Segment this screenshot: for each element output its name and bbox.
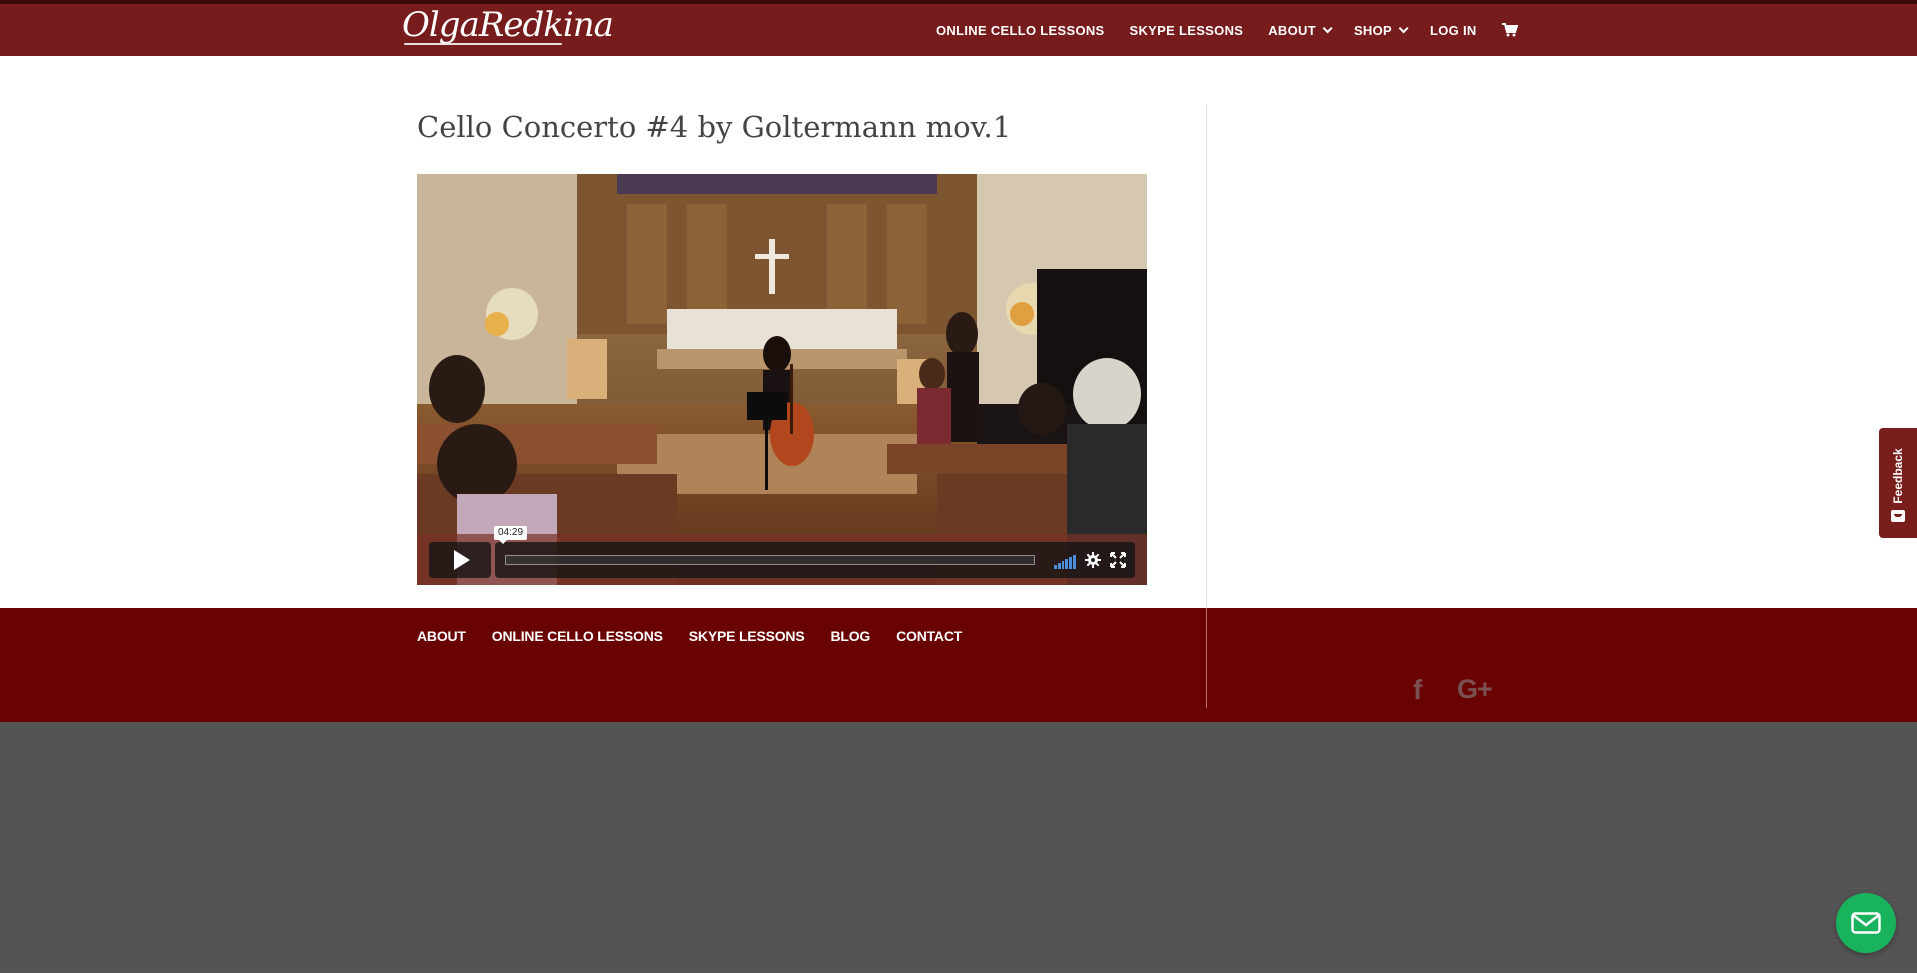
footer-nav: ABOUT ONLINE CELLO LESSONS SKYPE LESSONS… [417,628,988,644]
feedback-label: Feedback [1891,448,1905,504]
footer-link-online-cello-lessons[interactable]: ONLINE CELLO LESSONS [492,628,663,644]
video-controls: 04:29 [417,526,1147,585]
nav-log-in[interactable]: LOG IN [1430,23,1477,38]
nav-label: SHOP [1353,22,1392,38]
logo-text: OlgaRedkina [402,5,614,45]
footer-link-skype-lessons[interactable]: SKYPE LESSONS [689,628,805,644]
nav-label: ABOUT [1268,22,1316,38]
logo-underline [403,43,563,45]
nav-shop[interactable]: SHOP [1353,22,1409,38]
play-button[interactable] [429,542,491,578]
shopping-cart-icon[interactable] [1501,23,1518,37]
page-bottom-area [0,722,1917,973]
facebook-icon[interactable]: f [1413,674,1422,706]
nav-label: LOG IN [1430,22,1477,38]
page-title: Cello Concerto #4 by Goltermann mov.1 [417,110,1012,144]
footer-divider [1206,608,1207,708]
nav-about[interactable]: ABOUT [1268,22,1333,38]
mail-icon [1851,912,1881,934]
site-logo[interactable]: OlgaRedkina [402,4,614,46]
progress-bar[interactable] [505,555,1035,565]
feedback-icon [1891,510,1905,522]
google-plus-icon[interactable]: G+ [1457,674,1493,705]
nav-label: ONLINE CELLO LESSONS [936,22,1105,38]
video-frame [417,174,1147,585]
chat-button[interactable] [1836,893,1896,953]
fullscreen-icon[interactable] [1110,552,1126,568]
video-player[interactable]: 04:29 [417,174,1147,585]
chevron-down-icon [1322,22,1333,33]
nav-label: SKYPE LESSONS [1129,22,1244,38]
chevron-down-icon [1398,22,1409,33]
time-tooltip: 04:29 [494,526,528,544]
footer-link-blog[interactable]: BLOG [830,628,870,644]
nav-online-cello-lessons[interactable]: ONLINE CELLO LESSONS [936,23,1105,38]
site-footer [0,608,1917,722]
play-icon [454,550,470,570]
nav-skype-lessons[interactable]: SKYPE LESSONS [1130,23,1244,38]
footer-link-about[interactable]: ABOUT [417,628,466,644]
feedback-tab[interactable]: Feedback [1879,428,1917,538]
footer-link-contact[interactable]: CONTACT [896,628,962,644]
volume-bars-icon[interactable] [1054,551,1076,569]
gear-icon[interactable] [1085,552,1101,568]
main-nav: ONLINE CELLO LESSONS SKYPE LESSONS ABOUT… [936,4,1518,56]
